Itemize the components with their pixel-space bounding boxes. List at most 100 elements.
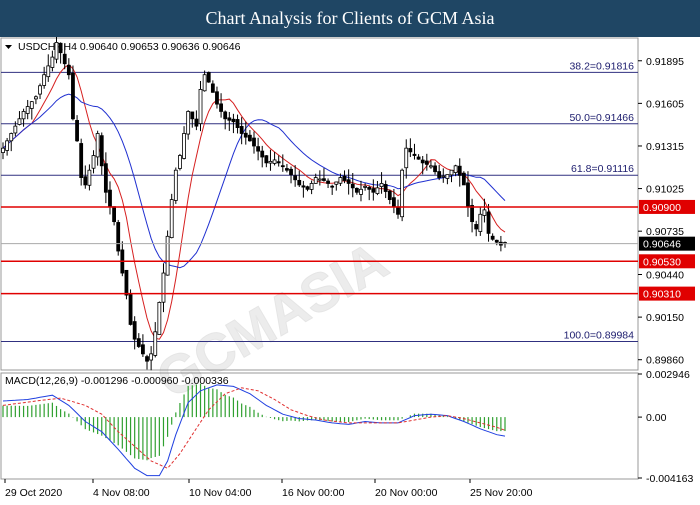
candle-body bbox=[260, 150, 265, 158]
candle-body bbox=[416, 156, 421, 160]
price-tick-label: 0.89860 bbox=[646, 355, 684, 367]
candle-body bbox=[309, 183, 314, 190]
fib-level-label: 38.2=0.91816 bbox=[569, 60, 634, 72]
candle-body bbox=[178, 155, 182, 169]
candle-body bbox=[83, 176, 88, 186]
candle-body bbox=[17, 118, 22, 125]
candle-body bbox=[243, 132, 248, 138]
candle-body bbox=[494, 239, 499, 243]
candle-body bbox=[235, 119, 240, 129]
candle-body bbox=[21, 111, 26, 120]
candle-body bbox=[252, 137, 256, 147]
candle-body bbox=[186, 111, 191, 135]
candle-body bbox=[305, 186, 310, 190]
candle-body bbox=[173, 169, 178, 201]
candle-body bbox=[490, 235, 495, 240]
candle-body bbox=[128, 294, 133, 325]
candle-body bbox=[453, 165, 458, 173]
candle-body bbox=[161, 272, 166, 303]
candle-body bbox=[478, 213, 483, 232]
candle-body bbox=[1, 147, 5, 153]
candle-body bbox=[313, 177, 318, 184]
candle-body bbox=[153, 331, 158, 356]
candle-body bbox=[227, 117, 232, 121]
candle-body bbox=[486, 211, 491, 234]
candle-body bbox=[420, 159, 425, 164]
candle-body bbox=[383, 184, 388, 192]
candle-body bbox=[25, 106, 30, 114]
candle-body bbox=[231, 118, 236, 123]
candle-body bbox=[34, 96, 38, 100]
candle-body bbox=[396, 206, 400, 215]
candle-body bbox=[215, 91, 219, 105]
candle-body bbox=[276, 161, 281, 164]
macd-tick-label: 0.002946 bbox=[646, 369, 690, 381]
x-tick-label: 10 Nov 04:00 bbox=[189, 487, 252, 499]
candle-body bbox=[272, 159, 277, 164]
candle-body bbox=[165, 235, 170, 276]
candle-body bbox=[461, 172, 466, 186]
candle-body bbox=[350, 183, 355, 189]
candle-body bbox=[379, 183, 384, 188]
x-tick-label: 20 Nov 00:00 bbox=[375, 487, 438, 499]
candle-body bbox=[79, 143, 84, 178]
candle-body bbox=[13, 125, 18, 134]
candle-body bbox=[46, 65, 51, 78]
candle-body bbox=[457, 165, 462, 176]
candle-body bbox=[256, 146, 261, 152]
candle-body bbox=[157, 302, 162, 335]
candle-body bbox=[392, 197, 396, 208]
candle-body bbox=[108, 189, 112, 208]
candle-body bbox=[470, 205, 474, 223]
candle-body bbox=[449, 169, 454, 176]
symbol-info-label: USDCHF,H4 0.90640 0.90653 0.90636 0.9064… bbox=[18, 41, 241, 53]
candle-body bbox=[441, 175, 446, 178]
candle-body bbox=[474, 224, 479, 230]
price-tick-label: 0.91895 bbox=[646, 56, 684, 68]
candle-body bbox=[387, 190, 392, 200]
candle-body bbox=[95, 133, 100, 158]
candle-body bbox=[91, 155, 96, 169]
fib-level-label: 61.8=0.91116 bbox=[571, 163, 634, 175]
candle-body bbox=[412, 153, 417, 156]
candle-body bbox=[301, 185, 306, 188]
level-price-label: 0.90530 bbox=[643, 256, 681, 268]
candle-body bbox=[198, 89, 203, 125]
candle-body bbox=[338, 177, 343, 184]
candle-body bbox=[268, 160, 273, 164]
candle-body bbox=[239, 126, 244, 134]
candle-body bbox=[354, 187, 359, 193]
level-price-label: 0.90310 bbox=[643, 289, 681, 301]
x-tick-label: 4 Nov 08:00 bbox=[93, 487, 150, 499]
candle-body bbox=[482, 209, 487, 216]
candle-body bbox=[371, 188, 376, 193]
x-tick-label: 25 Nov 20:00 bbox=[470, 487, 533, 499]
candle-body bbox=[190, 111, 195, 120]
candle-body bbox=[141, 344, 145, 355]
x-tick-label: 16 Nov 00:00 bbox=[282, 487, 345, 499]
candle-body bbox=[66, 64, 71, 76]
price-tick-label: 0.91605 bbox=[646, 98, 684, 110]
candle-body bbox=[330, 185, 335, 188]
fib-level-label: 50.0=0.91466 bbox=[569, 112, 634, 124]
candle-body bbox=[429, 165, 433, 168]
candle-body bbox=[247, 134, 252, 142]
candle-body bbox=[124, 269, 129, 296]
candle-body bbox=[285, 168, 289, 171]
candle-body bbox=[182, 133, 186, 159]
candle-body bbox=[334, 181, 339, 185]
candle-body bbox=[326, 180, 330, 184]
candle-body bbox=[210, 83, 215, 93]
candle-body bbox=[112, 206, 116, 223]
candle-body bbox=[202, 74, 207, 92]
chart-area: GCMASIA USDCHF,H4 0.90640 0.90653 0.9063… bbox=[0, 33, 700, 500]
candle-body bbox=[317, 178, 322, 181]
candle-body bbox=[437, 171, 442, 178]
candle-body bbox=[132, 321, 137, 340]
candle-body bbox=[404, 147, 409, 169]
candle-body bbox=[359, 188, 363, 195]
chart-title: Chart Analysis for Clients of GCM Asia bbox=[0, 0, 700, 37]
macd-tick-label: 0.00 bbox=[646, 412, 667, 424]
candle-body bbox=[219, 103, 223, 112]
candle-body bbox=[42, 74, 47, 86]
